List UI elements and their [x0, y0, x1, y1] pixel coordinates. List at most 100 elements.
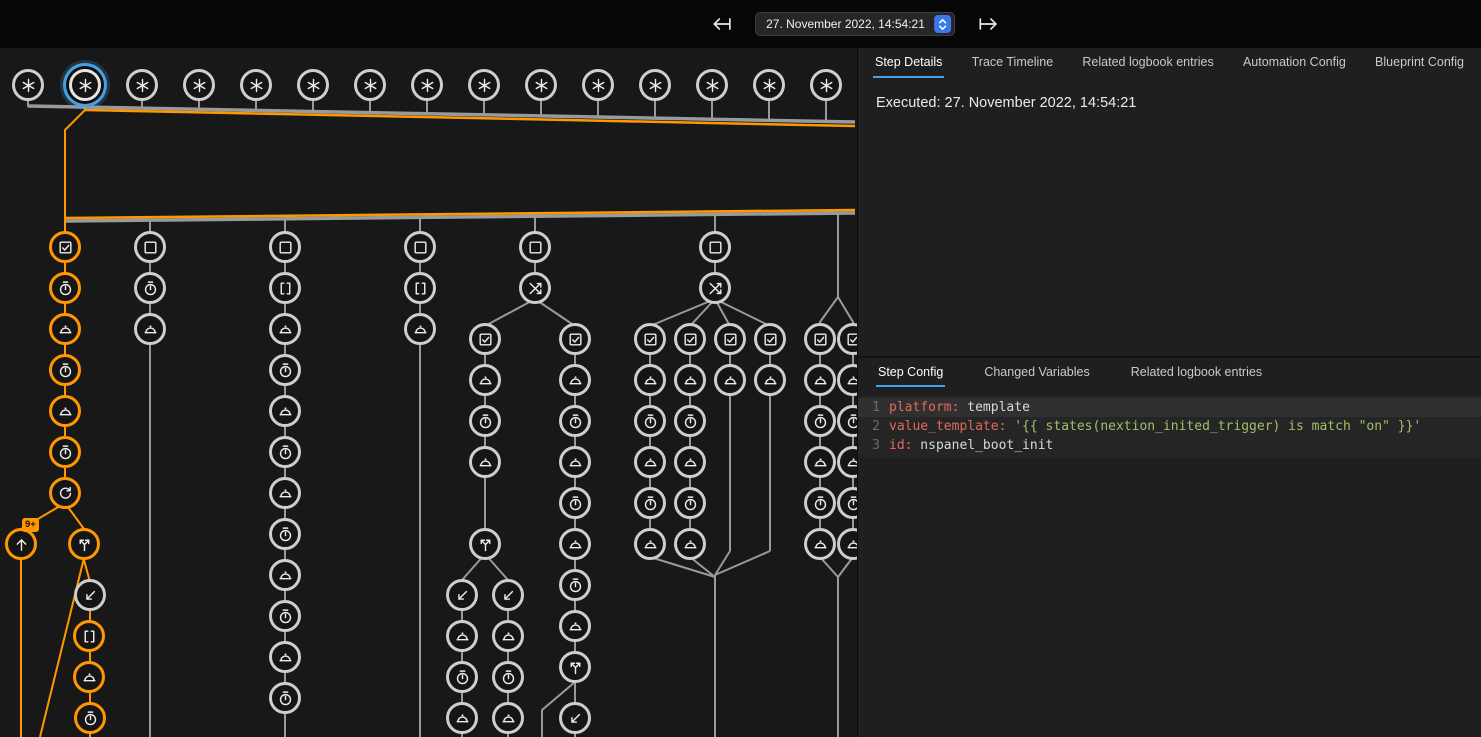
node-service[interactable] — [634, 446, 666, 478]
next-run-button[interactable] — [977, 13, 999, 35]
node-service[interactable] — [469, 446, 501, 478]
node-service[interactable] — [804, 528, 836, 560]
node-checkbox-blank[interactable] — [269, 231, 301, 263]
tab-related-logbook-entries[interactable]: Related logbook entries — [1080, 48, 1215, 78]
node-service[interactable] — [804, 364, 836, 396]
node-asterisk[interactable] — [468, 69, 500, 101]
node-service[interactable] — [559, 610, 591, 642]
node-timer[interactable] — [559, 569, 591, 601]
node-asterisk[interactable] — [183, 69, 215, 101]
node-service[interactable] — [446, 702, 478, 734]
node-arrow-decision[interactable] — [559, 651, 591, 683]
node-timer[interactable] — [269, 436, 301, 468]
node-checkbox-blank[interactable] — [699, 231, 731, 263]
node-service[interactable] — [49, 395, 81, 427]
node-timer[interactable] — [446, 661, 478, 693]
node-code-brackets[interactable] — [404, 272, 436, 304]
node-timer[interactable] — [674, 487, 706, 519]
node-service[interactable] — [49, 313, 81, 345]
node-service[interactable] — [446, 620, 478, 652]
run-select[interactable]: 27. November 2022, 14:54:21 — [755, 12, 955, 36]
node-timer[interactable] — [634, 487, 666, 519]
node-service[interactable] — [674, 446, 706, 478]
node-service[interactable] — [492, 620, 524, 652]
node-asterisk[interactable] — [12, 69, 44, 101]
node-service[interactable] — [404, 313, 436, 345]
node-code-brackets[interactable] — [269, 272, 301, 304]
node-timer[interactable] — [74, 702, 106, 734]
node-timer[interactable] — [134, 272, 166, 304]
node-checkbox-marked[interactable] — [804, 323, 836, 355]
node-timer[interactable] — [674, 405, 706, 437]
node-service[interactable] — [714, 364, 746, 396]
node-timer[interactable] — [492, 661, 524, 693]
node-service[interactable] — [634, 364, 666, 396]
node-checkbox-blank[interactable] — [519, 231, 551, 263]
node-service[interactable] — [674, 528, 706, 560]
node-service[interactable] — [269, 395, 301, 427]
node-checkbox-marked[interactable] — [714, 323, 746, 355]
node-asterisk[interactable] — [696, 69, 728, 101]
node-refresh[interactable] — [49, 477, 81, 509]
node-timer[interactable] — [559, 405, 591, 437]
node-service[interactable] — [492, 702, 524, 734]
node-checkbox-blank[interactable] — [134, 231, 166, 263]
node-checkbox-marked[interactable] — [49, 231, 81, 263]
node-timer[interactable] — [804, 405, 836, 437]
node-timer[interactable] — [469, 405, 501, 437]
node-arrow-up[interactable] — [5, 528, 37, 560]
node-service[interactable] — [804, 446, 836, 478]
node-checkbox-marked[interactable] — [634, 323, 666, 355]
node-service[interactable] — [269, 641, 301, 673]
node-asterisk[interactable] — [639, 69, 671, 101]
node-service[interactable] — [559, 446, 591, 478]
node-service[interactable] — [269, 313, 301, 345]
node-service[interactable] — [634, 528, 666, 560]
node-arrow-bottom-left[interactable] — [492, 579, 524, 611]
node-asterisk[interactable] — [525, 69, 557, 101]
node-timer[interactable] — [49, 436, 81, 468]
node-service[interactable] — [73, 661, 105, 693]
node-asterisk[interactable] — [126, 69, 158, 101]
node-checkbox-marked[interactable] — [674, 323, 706, 355]
node-timer[interactable] — [559, 487, 591, 519]
node-timer[interactable] — [269, 518, 301, 550]
node-arrow-decision[interactable] — [68, 528, 100, 560]
node-arrow-bottom-left[interactable] — [559, 702, 591, 734]
node-asterisk[interactable] — [411, 69, 443, 101]
node-timer[interactable] — [49, 272, 81, 304]
tab-automation-config[interactable]: Automation Config — [1241, 48, 1348, 78]
node-shuffle[interactable] — [519, 272, 551, 304]
node-shuffle[interactable] — [699, 272, 731, 304]
node-service[interactable] — [269, 559, 301, 591]
tab-trace-timeline[interactable]: Trace Timeline — [970, 48, 1056, 78]
node-arrow-bottom-left[interactable] — [74, 579, 106, 611]
node-checkbox-marked[interactable] — [754, 323, 786, 355]
node-arrow-decision[interactable] — [469, 528, 501, 560]
node-service[interactable] — [674, 364, 706, 396]
node-timer[interactable] — [634, 405, 666, 437]
node-asterisk[interactable] — [69, 69, 101, 101]
node-timer[interactable] — [269, 354, 301, 386]
node-service[interactable] — [559, 528, 591, 560]
node-timer[interactable] — [269, 682, 301, 714]
node-timer[interactable] — [804, 487, 836, 519]
node-asterisk[interactable] — [582, 69, 614, 101]
node-timer[interactable] — [269, 600, 301, 632]
tab-step-config[interactable]: Step Config — [876, 359, 945, 387]
tab-changed-variables[interactable]: Changed Variables — [982, 359, 1091, 387]
node-service[interactable] — [469, 364, 501, 396]
tab-blueprint-config[interactable]: Blueprint Config — [1373, 48, 1466, 78]
node-asterisk[interactable] — [810, 69, 842, 101]
tab-related-logbook-entries-2[interactable]: Related logbook entries — [1129, 359, 1264, 387]
previous-run-button[interactable] — [711, 13, 733, 35]
node-checkbox-marked[interactable] — [559, 323, 591, 355]
node-asterisk[interactable] — [240, 69, 272, 101]
tab-step-details[interactable]: Step Details — [873, 48, 944, 78]
node-code-brackets[interactable] — [73, 620, 105, 652]
node-service[interactable] — [559, 364, 591, 396]
node-asterisk[interactable] — [354, 69, 386, 101]
node-service[interactable] — [754, 364, 786, 396]
node-service[interactable] — [269, 477, 301, 509]
node-timer[interactable] — [49, 354, 81, 386]
